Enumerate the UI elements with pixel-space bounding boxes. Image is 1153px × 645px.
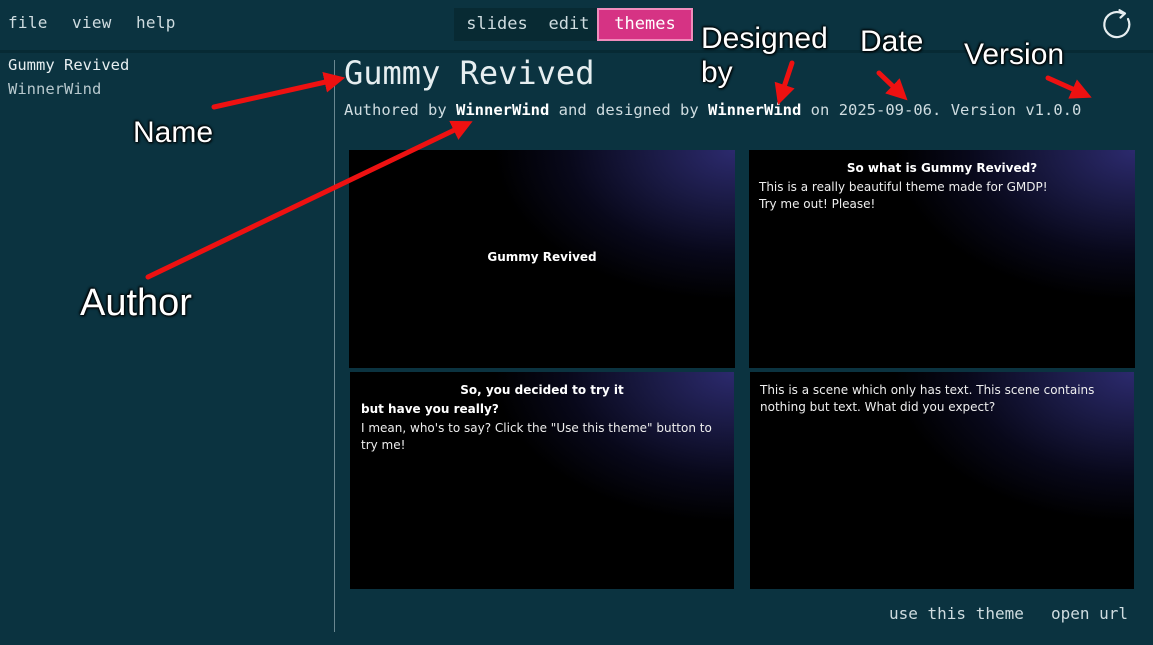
menu-view[interactable]: view xyxy=(72,13,112,32)
theme-title: Gummy Revived xyxy=(344,54,595,92)
open-url-button[interactable]: open url xyxy=(1051,604,1128,623)
theme-date: 2025-09-06. xyxy=(838,101,942,119)
refresh-icon xyxy=(1103,9,1131,39)
on-label: on xyxy=(810,101,830,119)
slide-heading: So, you decided to try it xyxy=(460,383,624,397)
authored-by-label: Authored by xyxy=(344,101,447,119)
use-this-theme-button[interactable]: use this theme xyxy=(889,604,1024,623)
theme-version: Version v1.0.0 xyxy=(950,101,1082,119)
designed-by-arrow xyxy=(774,60,795,105)
slide-body-text: This is a really beautiful theme made fo… xyxy=(759,180,1048,211)
theme-meta-line: Authored by WinnerWind and designed by W… xyxy=(344,101,1081,119)
theme-list-item-name: Gummy Revived xyxy=(8,56,130,74)
slide-body-text: I mean, who's to say? Click the "Use thi… xyxy=(361,421,712,452)
version-arrow xyxy=(1045,75,1092,99)
designed-by-label: and designed by xyxy=(558,101,699,119)
menu-help[interactable]: help xyxy=(136,13,176,32)
tab-slides[interactable]: slides xyxy=(454,8,540,41)
slide-title-text: Gummy Revived xyxy=(487,250,597,264)
mode-switcher: slides edit themes xyxy=(454,8,694,41)
slide-preview-title: Gummy Revived xyxy=(349,150,735,368)
refresh-button[interactable] xyxy=(1101,8,1135,42)
slide-heading: So what is Gummy Revived? xyxy=(846,161,1038,175)
menu-file[interactable]: file xyxy=(8,13,48,32)
tab-themes[interactable]: themes xyxy=(597,8,693,41)
theme-list-item-author: WinnerWind xyxy=(8,80,102,98)
slide-body-text: This is a scene which only has text. Thi… xyxy=(760,383,1095,414)
top-menu-bar: file view help slides edit themes xyxy=(0,0,1153,50)
slide-preview-text-only: This is a scene which only has text. Thi… xyxy=(750,372,1134,589)
date-arrow xyxy=(876,70,908,101)
slide-subheading: but have you really? xyxy=(361,402,499,416)
slide-preview-what-is: So what is Gummy Revived? This is a real… xyxy=(749,150,1135,368)
theme-author: WinnerWind xyxy=(456,101,550,119)
sidebar-divider xyxy=(334,60,335,632)
theme-designer: WinnerWind xyxy=(708,101,802,119)
theme-list: Gummy Revived WinnerWind xyxy=(0,53,334,645)
tab-edit[interactable]: edit xyxy=(540,8,598,41)
slide-preview-try-it: So, you decided to try it but have you r… xyxy=(350,372,734,589)
